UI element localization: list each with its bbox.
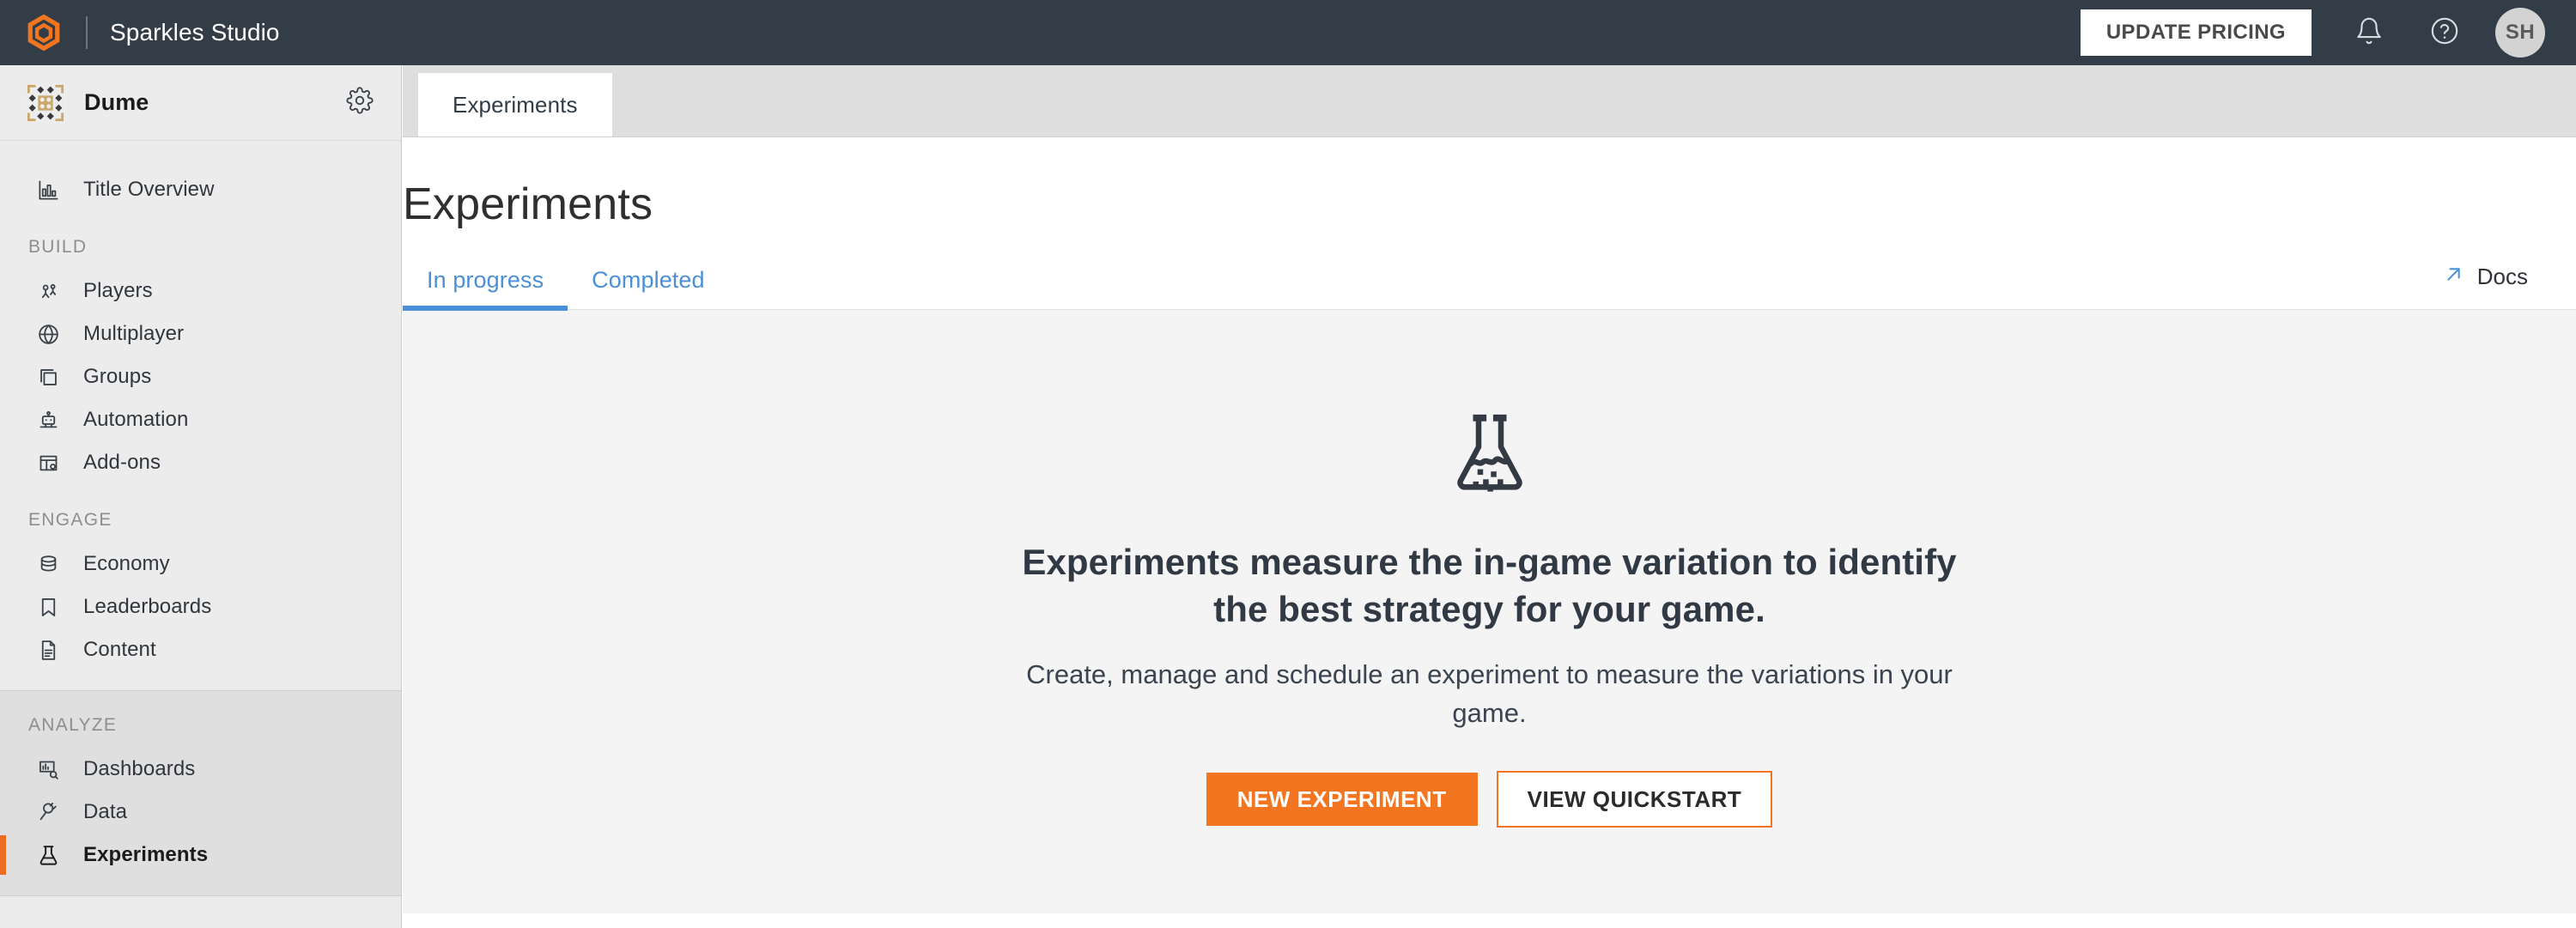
sidebar-item-label: Economy [83,552,170,575]
players-icon [35,278,61,304]
question-circle-icon [2430,16,2459,50]
sidebar-item-economy[interactable]: Economy [0,543,401,585]
sidebar-item-label: Dashboards [83,757,196,780]
subtabs: In progress Completed [403,267,729,311]
sidebar-item-groups[interactable]: Groups [0,355,401,398]
docs-label: Docs [2476,263,2528,289]
tab-label: Experiments [453,91,578,118]
view-quickstart-button[interactable]: VIEW QUICKSTART [1496,770,1773,828]
subtab-in-progress[interactable]: In progress [403,267,568,311]
document-icon [35,637,61,663]
sidebar-section-engage-label: ENGAGE [28,510,112,530]
top-bar-actions: UPDATE PRICING SH [2080,3,2576,63]
notifications-button[interactable] [2339,3,2399,63]
sidebar-item-label: Data [83,800,128,823]
subtab-label: Completed [592,267,705,293]
browser-tabstrip: Experiments [403,65,2576,137]
bar-chart-icon [35,177,61,203]
page-title: Experiments [403,137,2576,227]
sidebar-item-label: Players [83,279,153,302]
flask-icon [1450,411,1529,500]
page-title-text: Experiments [403,179,653,229]
sidebar-item-label: Experiments [83,843,209,866]
sidebar: Dume Title Overview BUILD Players Multip… [0,65,402,928]
empty-state-actions: NEW EXPERIMENT VIEW QUICKSTART [1206,770,1773,828]
subtab-label: In progress [427,267,544,293]
active-item-indicator [0,835,6,875]
sidebar-nav: Title Overview BUILD Players Multiplayer… [0,141,401,896]
sidebar-item-label: Groups [83,365,152,388]
help-button[interactable] [2415,3,2475,63]
sidebar-item-label: Leaderboards [83,595,212,618]
gear-icon [346,87,374,118]
docs-link[interactable]: Docs [2442,263,2528,309]
robot-icon [35,407,61,433]
sidebar-item-label: Automation [83,408,189,431]
top-navigation-bar: Sparkles Studio UPDATE PRICING SH [0,0,2576,65]
subtab-completed[interactable]: Completed [568,267,728,309]
sidebar-item-label: Content [83,638,156,661]
sidebar-item-label: Multiplayer [83,322,185,345]
page-header: Experiments In progress Completed Docs [403,137,2576,311]
sidebar-item-dashboards[interactable]: Dashboards [0,748,401,791]
title-settings-button[interactable] [343,86,377,120]
empty-state-headline: Experiments measure the in-game variatio… [1022,542,1957,630]
hexagon-logo-icon [26,15,62,51]
sidebar-section-analyze-label: ANALYZE [28,715,118,735]
sidebar-section-analyze: ANALYZE Dashboards Data Experiments [0,690,401,896]
new-experiment-button[interactable]: NEW EXPERIMENT [1206,772,1478,826]
sidebar-item-data[interactable]: Data [0,791,401,834]
external-link-arrow-icon [2442,263,2465,290]
sidebar-item-players[interactable]: Players [0,270,401,312]
empty-state: Experiments measure the in-game variatio… [403,310,2576,913]
sidebar-item-content[interactable]: Content [0,628,401,671]
sidebar-item-automation[interactable]: Automation [0,398,401,441]
sidebar-item-label: Title Overview [83,178,215,201]
sidebar-item-title-overview[interactable]: Title Overview [0,168,401,211]
tab-experiments[interactable]: Experiments [418,73,612,136]
title-name: Dume [84,89,149,115]
layers-icon [35,364,61,390]
update-pricing-button[interactable]: UPDATE PRICING [2080,9,2312,56]
brand-area[interactable]: Sparkles Studio [0,15,280,51]
sidebar-item-add-ons[interactable]: Add-ons [0,441,401,484]
title-thumbnail-icon [26,82,65,123]
sidebar-item-leaderboards[interactable]: Leaderboards [0,585,401,628]
globe-icon [35,321,61,347]
dashboard-search-icon [35,756,61,782]
main-content: Experiments Experiments In progress Comp… [403,65,2576,928]
brand-divider [86,16,88,49]
title-header: Dume [0,65,401,141]
bookmark-icon [35,594,61,620]
plug-icon [35,799,61,825]
database-icon [35,551,61,577]
sidebar-item-multiplayer[interactable]: Multiplayer [0,312,401,355]
avatar[interactable]: SH [2495,8,2545,58]
sidebar-item-label: Add-ons [83,451,161,474]
addons-icon [35,450,61,476]
sidebar-section-build-label: BUILD [28,237,88,257]
sidebar-item-experiments[interactable]: Experiments [0,834,401,876]
bell-icon [2354,16,2384,50]
brand-name: Sparkles Studio [110,19,280,45]
subtab-row: In progress Completed Docs [403,263,2576,311]
flask-icon [35,842,61,868]
empty-state-subtext: Create, manage and schedule an experimen… [1026,658,1953,728]
